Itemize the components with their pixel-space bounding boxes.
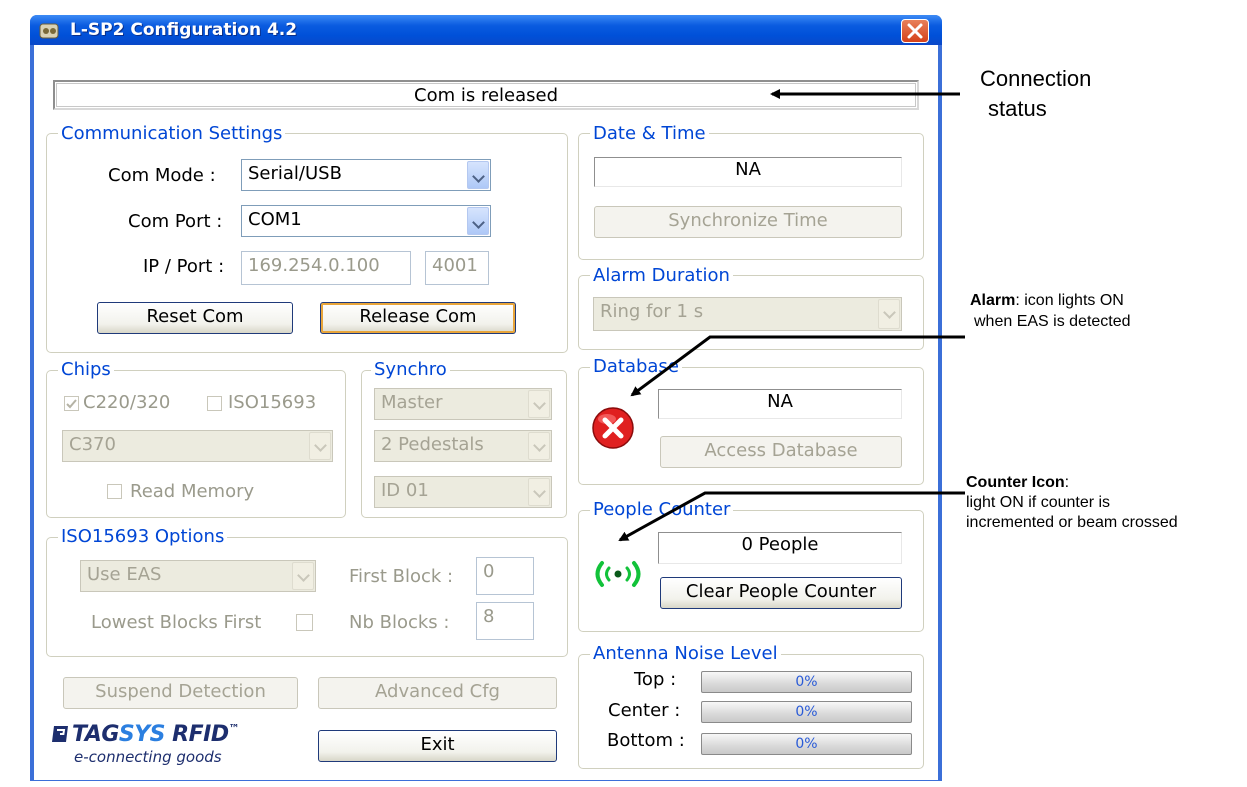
counter-annotation-line3: incremented or beam crossed bbox=[966, 514, 1178, 531]
counter-annotation-colon: : bbox=[1064, 474, 1070, 491]
counter-annotation-line2: light ON if counter is bbox=[966, 494, 1111, 511]
alarm-arrow bbox=[630, 335, 965, 397]
alarm-annotation-line2: when EAS is detected bbox=[974, 313, 1131, 330]
alarm-annotation-rest: : icon lights ON bbox=[1015, 292, 1124, 309]
status-annotation: status bbox=[988, 96, 1047, 121]
alarm-annotation-bold: Alarm bbox=[970, 292, 1016, 309]
annotation-arrows bbox=[618, 89, 965, 542]
counter-arrow bbox=[618, 491, 965, 542]
counter-annotation: Counter Icon: bbox=[966, 474, 1069, 492]
counter-annotation-bold: Counter Icon bbox=[966, 474, 1065, 491]
connection-annotation: Connection bbox=[980, 66, 1092, 91]
alarm-annotation: Alarm: icon lights ON bbox=[970, 292, 1124, 310]
